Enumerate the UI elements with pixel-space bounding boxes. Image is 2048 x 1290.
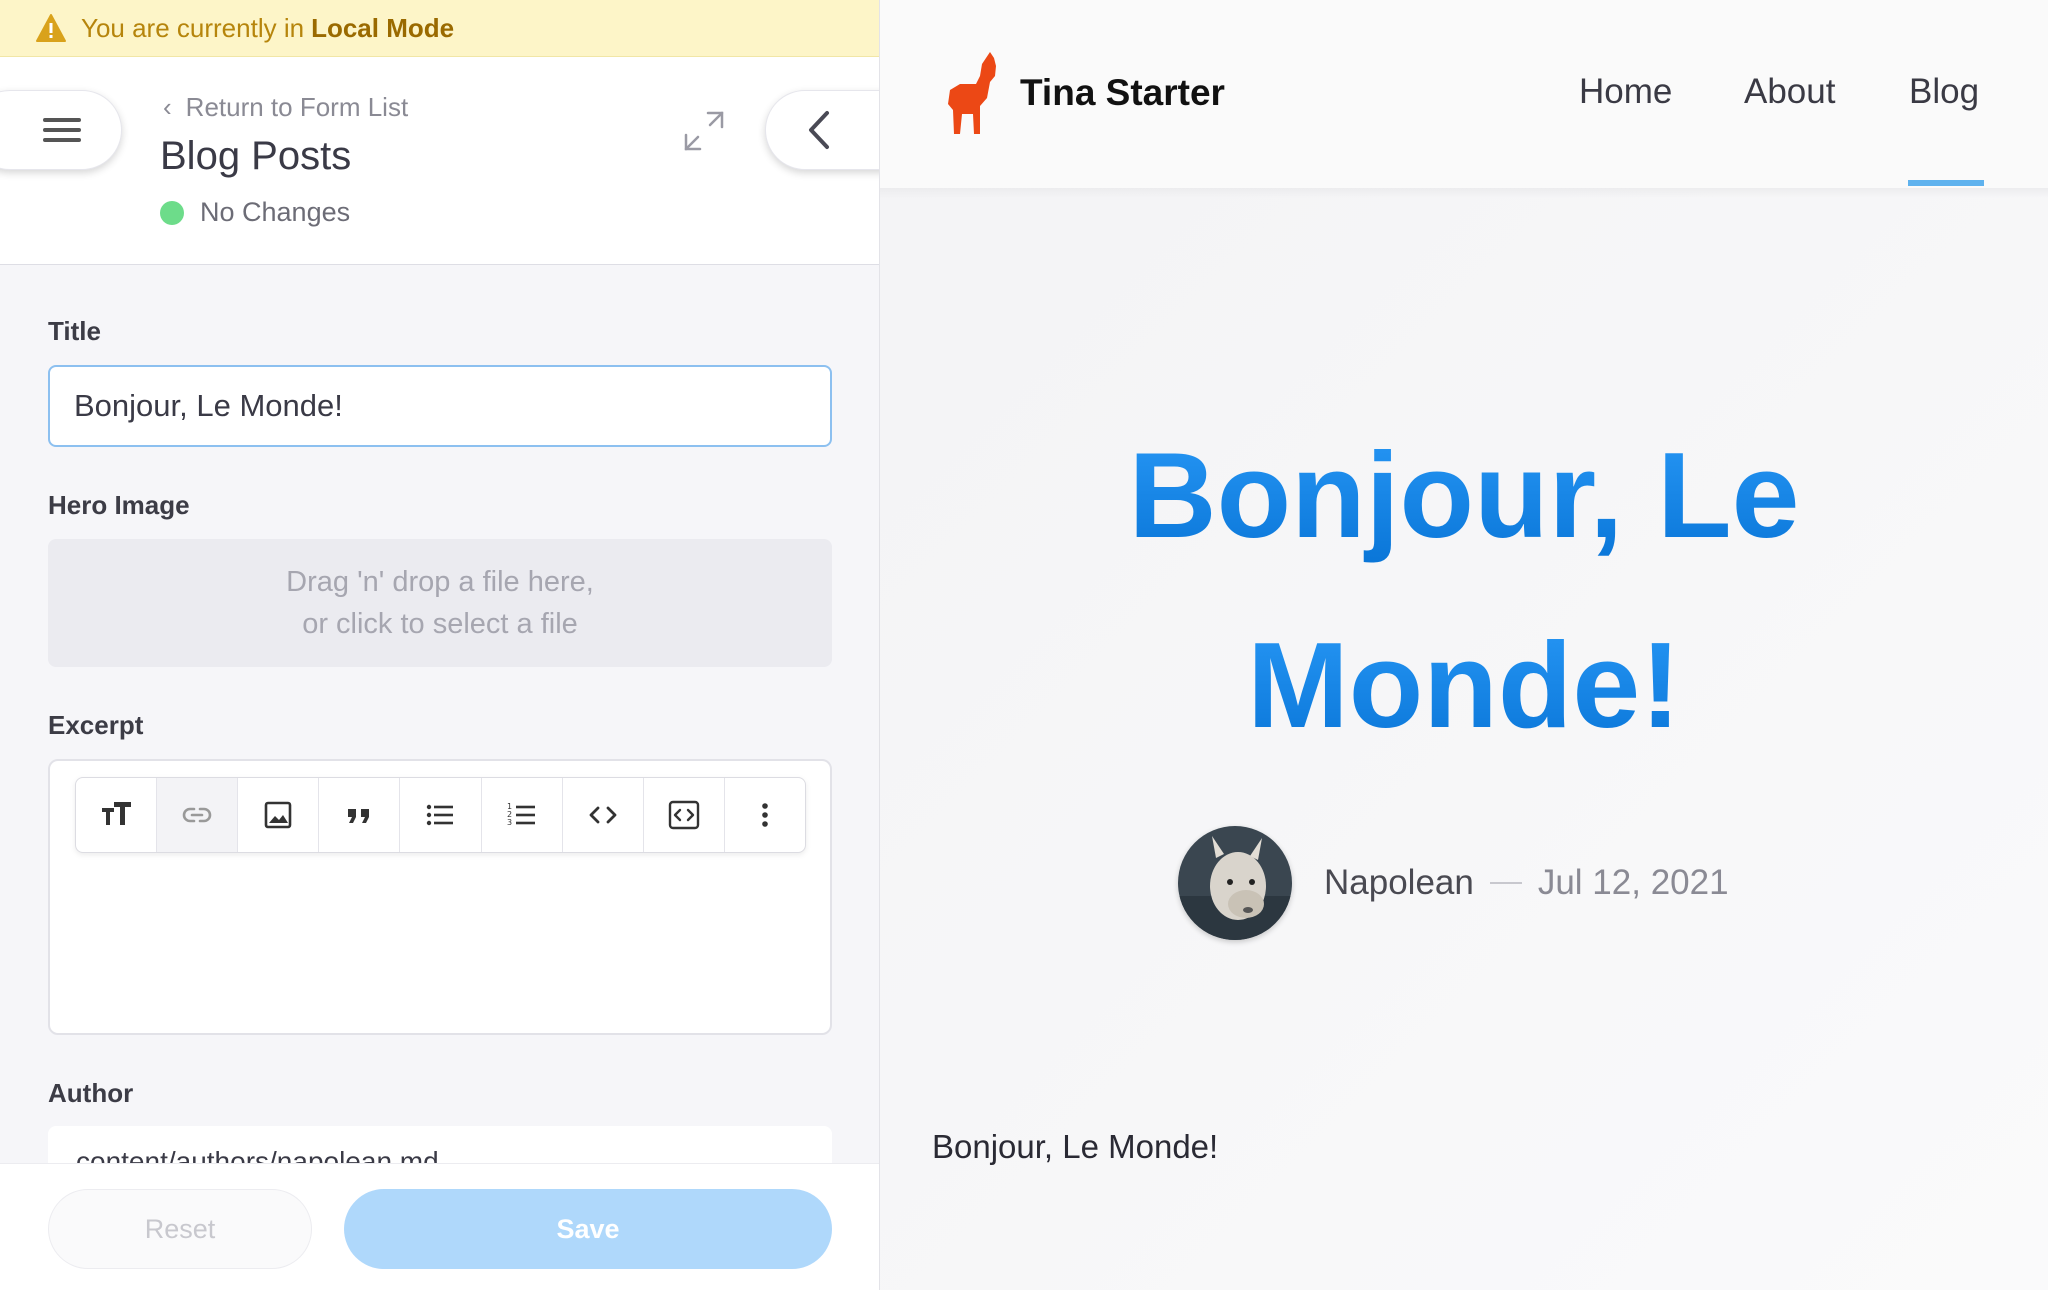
more-icon (762, 803, 768, 827)
status-text: No Changes (200, 197, 351, 227)
bulleted-list-icon (427, 804, 454, 826)
title-input[interactable] (48, 365, 832, 447)
excerpt-editor[interactable]: 123 (48, 759, 832, 1035)
heading-icon (102, 802, 132, 825)
code-block-icon (668, 800, 700, 830)
collapse-sidebar-button[interactable] (765, 90, 879, 170)
site-preview: Tina Starter Home About Blog Bonjour, Le… (880, 0, 2048, 1290)
link-icon (182, 807, 212, 823)
bulleted-list-button[interactable] (400, 778, 482, 852)
author-select[interactable]: content/authors/napolean.md ⌄ (48, 1126, 832, 1163)
save-status: No Changes (160, 197, 350, 228)
code-block-button[interactable] (644, 778, 725, 852)
code-icon (589, 806, 617, 824)
nav-home[interactable]: Home (1579, 72, 1672, 112)
form-body: Title Hero Image Drag 'n' drop a file he… (0, 266, 879, 1163)
numbered-list-button[interactable]: 123 (482, 778, 563, 852)
llama-logo-icon[interactable] (940, 50, 1002, 136)
return-label: Return to Form List (185, 92, 409, 122)
banner-mode: Local Mode (311, 12, 455, 43)
code-button[interactable] (563, 778, 644, 852)
link-button[interactable] (157, 778, 239, 852)
post-byline: Napolean Jul 12, 2021 (1178, 826, 1729, 940)
hamburger-icon (43, 112, 81, 148)
local-mode-banner: You are currently in Local Mode (0, 0, 879, 57)
active-nav-indicator (1908, 180, 1984, 186)
excerpt-label: Excerpt (48, 710, 144, 740)
status-dot-icon (160, 200, 184, 225)
post-date: Jul 12, 2021 (1537, 863, 1729, 902)
post-title-line-1: Bonjour, Le (1128, 427, 1800, 563)
site-header: Tina Starter Home About Blog (880, 0, 2048, 198)
tina-sidebar: You are currently in Local Mode ‹ Return… (0, 0, 880, 1290)
menu-button[interactable] (0, 90, 122, 170)
byline-separator (1489, 882, 1522, 884)
form-title: Blog Posts (160, 134, 352, 178)
image-icon (264, 801, 292, 829)
warning-icon (36, 14, 66, 42)
expand-icon[interactable] (680, 107, 728, 155)
more-button[interactable] (725, 778, 805, 852)
nav-blog[interactable]: Blog (1909, 72, 1979, 112)
return-to-form-list-link[interactable]: ‹ Return to Form List (163, 92, 408, 123)
title-label: Title (48, 316, 101, 346)
heading-button[interactable] (76, 778, 158, 852)
numbered-list-icon: 123 (507, 802, 535, 827)
chevron-down-icon: ⌄ (780, 1147, 804, 1163)
chevron-left-icon (809, 111, 829, 149)
banner-text: You are currently in (81, 12, 305, 43)
post-body: Bonjour, Le Monde! (932, 1128, 1219, 1165)
author-avatar (1178, 826, 1292, 940)
dropzone-line-2: or click to select a file (302, 608, 578, 640)
post-author: Napolean (1324, 863, 1474, 902)
quote-icon (348, 809, 370, 823)
author-label: Author (48, 1078, 134, 1108)
site-name[interactable]: Tina Starter (1020, 72, 1225, 114)
post-title: Bonjour, Le Monde! (880, 400, 2048, 780)
form-header: ‹ Return to Form List Blog Posts No Chan… (0, 57, 879, 265)
hero-image-dropzone[interactable]: Drag 'n' drop a file here, or click to s… (48, 539, 832, 667)
author-select-value: content/authors/napolean.md (76, 1146, 439, 1163)
dropzone-line-1: Drag 'n' drop a file here, (286, 566, 594, 598)
post-title-line-2: Monde! (1247, 617, 1681, 753)
reset-button[interactable]: Reset (48, 1189, 312, 1269)
chevron-left-icon: ‹ (163, 92, 172, 122)
form-footer: Reset Save (0, 1163, 879, 1290)
nav-about[interactable]: About (1744, 72, 1835, 112)
save-button[interactable]: Save (344, 1189, 832, 1269)
hero-image-label: Hero Image (48, 490, 190, 520)
image-button[interactable] (238, 778, 320, 852)
svg-text:3: 3 (507, 818, 512, 827)
quote-button[interactable] (319, 778, 401, 852)
rich-text-toolbar: 123 (75, 777, 806, 853)
